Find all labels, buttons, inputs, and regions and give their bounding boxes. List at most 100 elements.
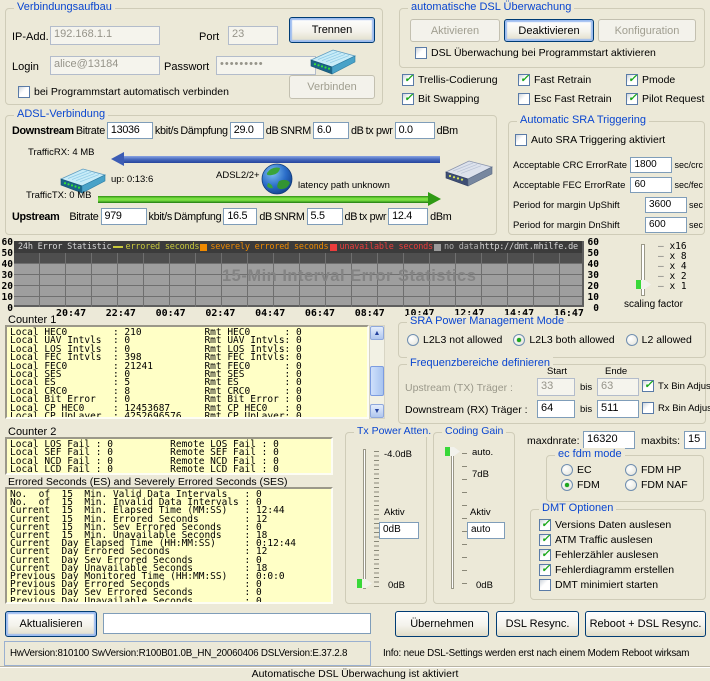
ecfdm-radio[interactable]: EC (561, 464, 625, 476)
dmt-option-checkbox[interactable]: ATM Traffic auslesen (539, 532, 674, 546)
chart-website-link[interactable]: http://dmt.mhilfe.de (480, 242, 579, 252)
tx-atten-bottom-label: 0dB (388, 580, 405, 591)
dmt-option-checkbox[interactable]: Fehlerzähler auslesen (539, 547, 674, 561)
dsl-flag-checkbox[interactable]: Trellis-Codierung (402, 72, 518, 86)
dmt-option-checkbox[interactable]: Fehlerdiagramm erstellen (539, 562, 674, 576)
sra-power-radio[interactable]: L2 allowed (625, 334, 692, 346)
radio-icon (625, 479, 637, 491)
bitrate-label: Bitrate (75, 124, 105, 137)
tx-bin-adjust-checkbox[interactable]: Tx Bin Adjust (642, 378, 710, 392)
maxbits-field[interactable]: 15 (684, 431, 706, 449)
connection-group: Verbindungsaufbau IP-Add. 192.168.1.1 Po… (5, 1, 383, 105)
checkbox-icon (539, 562, 551, 576)
monitoring-startup-checkbox[interactable]: DSL Überwachung bei Programmstart aktivi… (415, 47, 656, 59)
down-bitrate-field[interactable]: 13036 (106, 122, 153, 139)
dmt-option-checkbox[interactable]: Versions Daten auslesen (539, 517, 674, 531)
ecfdm-radio[interactable]: FDM NAF (625, 479, 688, 491)
scroll-down-icon[interactable]: ▼ (370, 404, 384, 418)
sra-row-field[interactable]: 3600 (644, 197, 687, 213)
dsl-flags-grid: Trellis-Codierung Fast Retrain Pmode Bit… (402, 72, 704, 105)
down-txpwr-field[interactable]: 0.0 (394, 122, 435, 139)
coding-gain-slider-thumb[interactable] (445, 447, 460, 456)
ecfdm-radio-label: EC (577, 464, 592, 476)
dmt-option-checkbox[interactable]: DMT minimiert starten (539, 579, 674, 591)
ecfdm-radio[interactable]: FDM HP (625, 464, 688, 476)
sra-power-group-title: SRA Power Management Mode (407, 315, 568, 327)
dsl-flag-checkbox[interactable]: Pmode (626, 72, 704, 86)
scrollbar-thumb[interactable] (370, 366, 384, 396)
disconnect-button[interactable]: Trennen (289, 17, 375, 43)
sra-trigger-row: Acceptable CRC ErrorRate 1800 sec/crc (513, 155, 703, 175)
down-snrm-field[interactable]: 6.0 (312, 122, 349, 139)
sra-row-label: Acceptable FEC ErrorRate (513, 179, 626, 191)
maxdnrate-label: maxdnrate: (527, 435, 580, 447)
legend-unavailable: unavailable seconds (329, 242, 433, 252)
dsl-resync-button[interactable]: DSL Resync. (496, 611, 579, 637)
up-snrm-field[interactable]: 5.5 (306, 208, 343, 225)
refresh-button[interactable]: Aktualisieren (5, 611, 97, 637)
sra-row-field[interactable]: 60 (630, 177, 673, 193)
scroll-up-icon[interactable]: ▲ (370, 326, 384, 340)
downstream-end-field[interactable]: 511 (597, 400, 639, 418)
checkbox-icon (539, 547, 551, 561)
coding-gain-7db-label: 7dB (472, 469, 489, 480)
apply-button[interactable]: Übernehmen (395, 611, 489, 637)
upstream-label: Upstream (12, 210, 60, 223)
counter1-scrollbar[interactable]: ▲ ▼ (369, 325, 385, 419)
es-ses-text[interactable]: No. of 15 Min. Valid Data Intervals : 0 … (5, 487, 333, 604)
autoconnect-checkbox[interactable]: bei Programmstart automatisch verbinden (18, 86, 229, 98)
down-daempfung-field[interactable]: 29.0 (229, 122, 264, 139)
up-txpwr-field[interactable]: 12.4 (388, 208, 429, 225)
monitoring-group-title: automatische DSL Überwachung (408, 1, 575, 13)
up-daempfung-field[interactable]: 16.5 (223, 208, 258, 225)
maxbits-label: maxbits: (641, 435, 681, 447)
legend-square-icon (329, 243, 337, 251)
sra-trigger-row: Acceptable FEC ErrorRate 60 sec/fec (513, 175, 703, 195)
dsl-flag-checkbox[interactable]: Fast Retrain (518, 72, 626, 86)
downstream-traeger-label: Downstream (RX) Träger : (405, 404, 528, 416)
scaling-slider-thumb[interactable] (636, 280, 651, 289)
dmt-options-group: DMT Optionen Versions Daten auslesen ATM… (530, 502, 706, 600)
tx-atten-aktiv-label: Aktiv (384, 507, 405, 518)
freq-start-header: Start (547, 366, 568, 377)
connection-group-title: Verbindungsaufbau (14, 1, 115, 13)
command-input[interactable] (103, 613, 371, 634)
radio-icon (513, 334, 526, 346)
maxdnrate-field[interactable]: 16320 (583, 431, 635, 449)
counter2-text[interactable]: Local LOS Fail : 0 Remote LOS Fail : 0 L… (5, 437, 333, 475)
sra-row-label: Period for margin UpShift (513, 199, 620, 211)
sra-row-field[interactable]: 1800 (630, 157, 673, 173)
sra-power-radio[interactable]: L2L3 not allowed (407, 334, 502, 346)
sra-row-field[interactable]: 600 (644, 217, 687, 233)
sra-trigger-row: Period for margin DnShift 600 sec (513, 215, 703, 235)
traffic-rx-label: TrafficRX: 4 MB (28, 147, 95, 158)
downstream-row: Downstream Bitrate 13036 kbit/s Dämpfung… (12, 122, 458, 139)
reboot-resync-button[interactable]: Reboot + DSL Resync. (585, 611, 706, 637)
dsl-flag-checkbox[interactable]: Pilot Request (626, 91, 704, 105)
sra-power-radio[interactable]: L2L3 both allowed (513, 334, 615, 346)
downstream-start-field[interactable]: 64 (537, 400, 575, 418)
sra-power-radio-label: L2 allowed (641, 334, 692, 346)
checkbox-icon (515, 134, 527, 146)
deactivate-button[interactable]: Deaktivieren (504, 19, 594, 42)
freq-ende-header: Ende (605, 366, 628, 377)
autoconnect-label: bei Programmstart automatisch verbinden (34, 86, 229, 98)
tx-atten-value-field[interactable]: 0dB (379, 522, 419, 539)
rx-bin-adjust-checkbox[interactable]: Rx Bin Adjust (642, 402, 710, 414)
dsl-flag-checkbox[interactable]: Bit Swapping (402, 91, 518, 105)
traffic-tx-label: TrafficTX: 0 MB (26, 190, 92, 201)
coding-gain-value-field[interactable]: auto (467, 522, 505, 539)
tx-atten-slider-track (363, 449, 366, 589)
adsl-group-title: ADSL-Verbindung (14, 108, 109, 120)
modem-icon (306, 45, 358, 78)
dsl-flag-checkbox[interactable]: Esc Fast Retrain (518, 93, 626, 105)
sra-enabled-checkbox[interactable]: Auto SRA Triggering aktiviert (515, 134, 665, 146)
ecfdm-radio[interactable]: FDM (561, 479, 625, 491)
checkbox-icon (518, 93, 530, 105)
coding-gain-top-label: auto. (472, 447, 494, 458)
up-bitrate-field[interactable]: 979 (100, 208, 147, 225)
tx-atten-slider-thumb[interactable] (357, 579, 372, 588)
db-unit: dB (344, 210, 358, 223)
coding-gain-slider-track (451, 449, 454, 589)
counter1-text[interactable]: Local HEC0 : 210 Rmt HEC0 : 0 Local UAV … (5, 325, 369, 419)
